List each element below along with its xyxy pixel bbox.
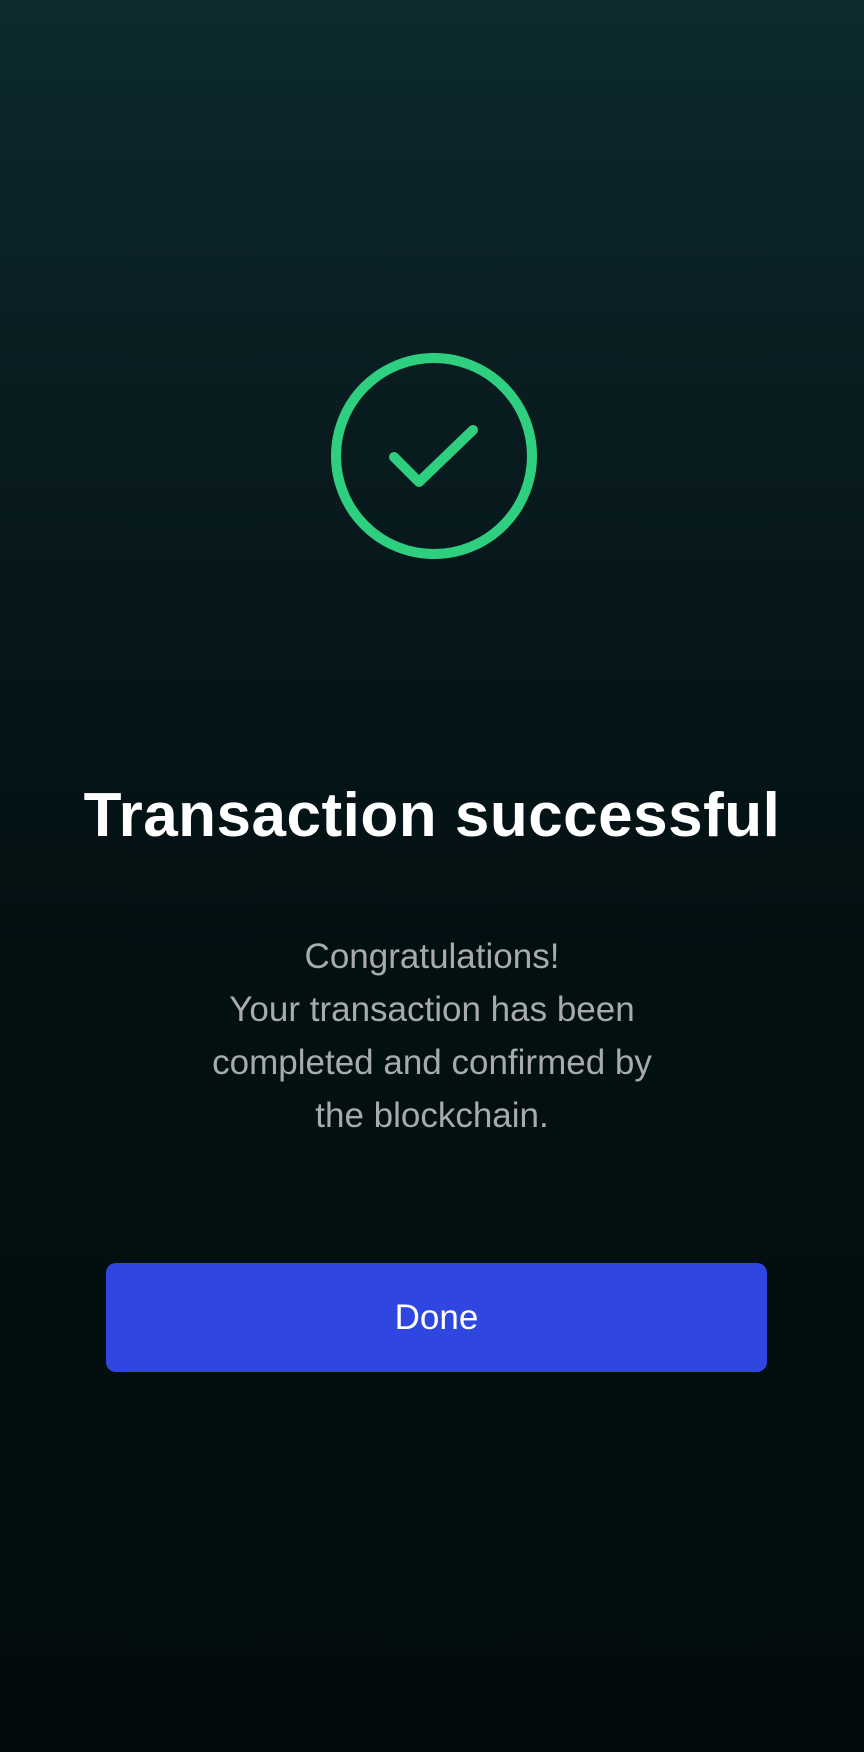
checkmark [389,425,478,487]
transaction-success-screen: Transaction successful Congratulations! … [0,0,864,1752]
message-line: Congratulations! [304,937,560,976]
success-circle [331,353,537,559]
done-button[interactable]: Done [106,1263,767,1372]
page-title: Transaction successful [83,781,781,850]
message-line: Your transaction has been [229,990,635,1029]
check-circle-icon [328,350,540,562]
message-line: completed and confirmed by [212,1043,652,1082]
message-line: the blockchain. [315,1096,549,1135]
success-message: Congratulations! Your transaction has be… [132,930,732,1142]
